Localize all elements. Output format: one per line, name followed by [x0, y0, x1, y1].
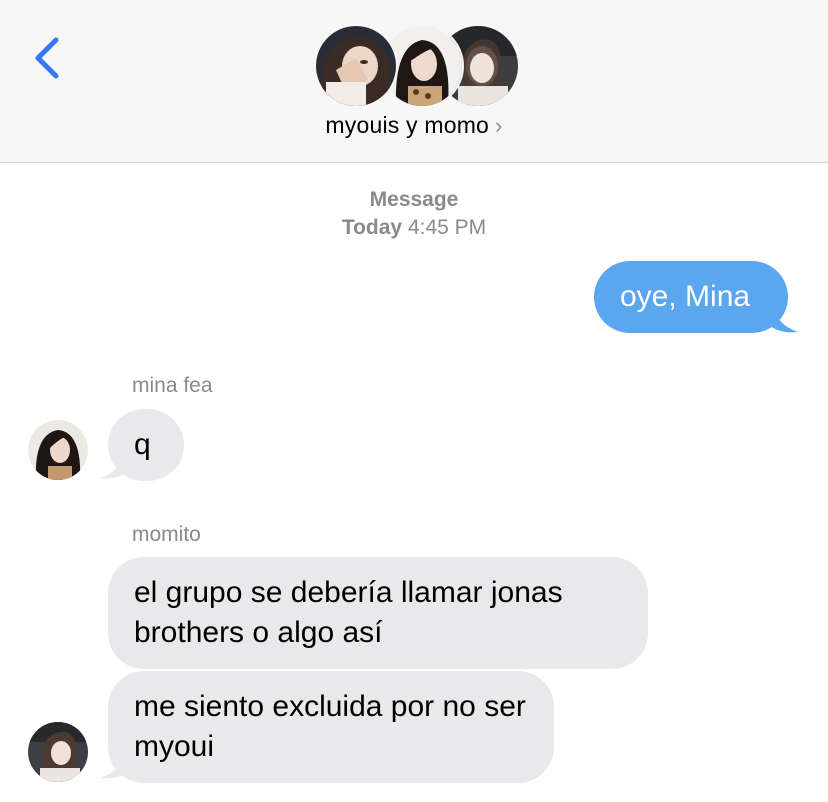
timestamp-day: Today: [341, 216, 403, 239]
group-title[interactable]: myouis y momo ›: [0, 112, 828, 139]
sender-avatar-momo[interactable]: [28, 722, 88, 782]
message-text: me siento excluida por no ser myoui: [134, 690, 526, 763]
sender-name: mina fea: [132, 374, 213, 397]
group-name: myouis y momo: [325, 112, 490, 138]
back-button[interactable]: [22, 30, 70, 86]
message-bubble-incoming[interactable]: q: [108, 409, 184, 481]
service-label: Message: [369, 188, 459, 211]
chevron-right-icon: ›: [495, 113, 503, 138]
message-text: el grupo se debería llamar jonas brother…: [134, 576, 563, 649]
timestamp: Today 4:45 PM: [0, 216, 828, 240]
participant-avatar-1: [314, 24, 398, 108]
sender-avatar-mina[interactable]: [28, 420, 88, 480]
chevron-left-icon: [35, 37, 59, 79]
message-bubble-incoming[interactable]: me siento excluida por no ser myoui: [108, 671, 554, 783]
sender-name: momito: [132, 523, 201, 546]
group-avatars[interactable]: [314, 24, 520, 108]
message-text: oye, Mina: [620, 280, 751, 313]
message-bubble-incoming[interactable]: el grupo se debería llamar jonas brother…: [108, 557, 648, 669]
conversation-header: myouis y momo ›: [0, 0, 828, 163]
message-text: q: [134, 428, 151, 461]
timestamp-time: 4:45 PM: [407, 216, 487, 239]
message-bubble-outgoing[interactable]: oye, Mina: [594, 261, 788, 333]
